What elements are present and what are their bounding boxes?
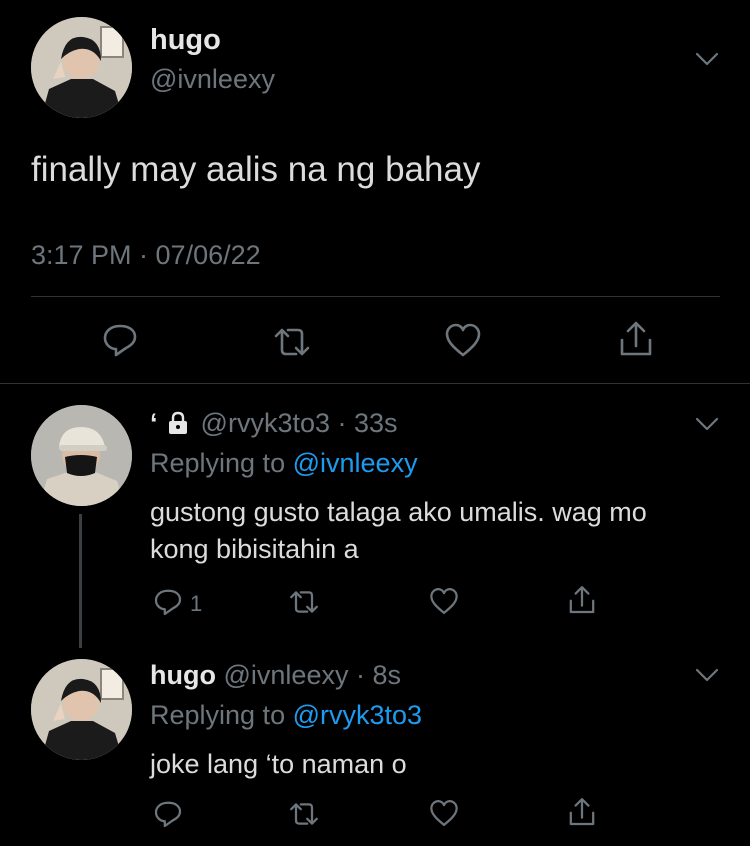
share-icon[interactable] — [566, 583, 598, 617]
lock-icon — [169, 411, 188, 434]
retweet-icon[interactable] — [286, 798, 322, 830]
reply-text: joke lang ‘to naman o — [150, 749, 407, 779]
reply-text-line-1: gustong gusto talaga ako umalis. wag mo — [150, 497, 647, 527]
replying-to-line: Replying to @rvyk3to3 — [150, 700, 422, 731]
reply-icon[interactable] — [152, 586, 184, 618]
thread-line — [79, 514, 82, 648]
tweet-timestamp[interactable]: 3:17 PM · 07/06/22 — [31, 240, 261, 271]
reply-author-line: ‘ @rvyk3to3 · 33s — [150, 408, 398, 439]
like-icon[interactable] — [443, 321, 483, 359]
divider — [31, 296, 720, 297]
chevron-down-icon[interactable] — [694, 415, 720, 433]
retweet-icon[interactable] — [270, 322, 314, 362]
like-icon[interactable] — [428, 798, 460, 828]
divider — [0, 383, 750, 384]
chevron-down-icon[interactable] — [694, 666, 720, 684]
retweet-icon[interactable] — [286, 586, 322, 618]
share-icon[interactable] — [616, 318, 656, 360]
chevron-down-icon[interactable] — [694, 50, 720, 68]
like-icon[interactable] — [428, 586, 460, 616]
author-name[interactable]: hugo — [150, 24, 221, 57]
reply-icon[interactable] — [100, 320, 140, 360]
reply-icon[interactable] — [152, 798, 184, 830]
reply-count: 1 — [190, 591, 203, 616]
reply-text-line-2: kong bibisitahin a — [150, 534, 359, 564]
tweet-text: finally may aalis na ng bahay — [31, 150, 481, 189]
reply-author-line: hugo @ivnleexy · 8s — [150, 660, 401, 691]
replying-to-label: Replying to — [150, 700, 286, 730]
replying-to-link[interactable]: @rvyk3to3 — [293, 700, 422, 730]
author-handle[interactable]: @ivnleexy — [150, 64, 275, 95]
avatar-hugo[interactable] — [31, 659, 132, 760]
reply-time[interactable]: · 33s — [338, 408, 398, 438]
replying-to-line: Replying to @ivnleexy — [150, 448, 418, 479]
replying-to-label: Replying to — [150, 448, 286, 478]
reply-author-handle[interactable]: @rvyk3to3 — [201, 408, 330, 438]
reply-author-handle[interactable]: @ivnleexy — [224, 660, 349, 690]
avatar-rvyk3to3[interactable] — [31, 405, 132, 506]
share-icon[interactable] — [566, 795, 598, 829]
avatar-hugo[interactable] — [31, 17, 132, 118]
reply-author-name[interactable]: hugo — [150, 660, 216, 690]
reply-time[interactable]: · 8s — [356, 660, 401, 690]
replying-to-link[interactable]: @ivnleexy — [293, 448, 418, 478]
reply-author-name[interactable]: ‘ — [150, 408, 158, 438]
